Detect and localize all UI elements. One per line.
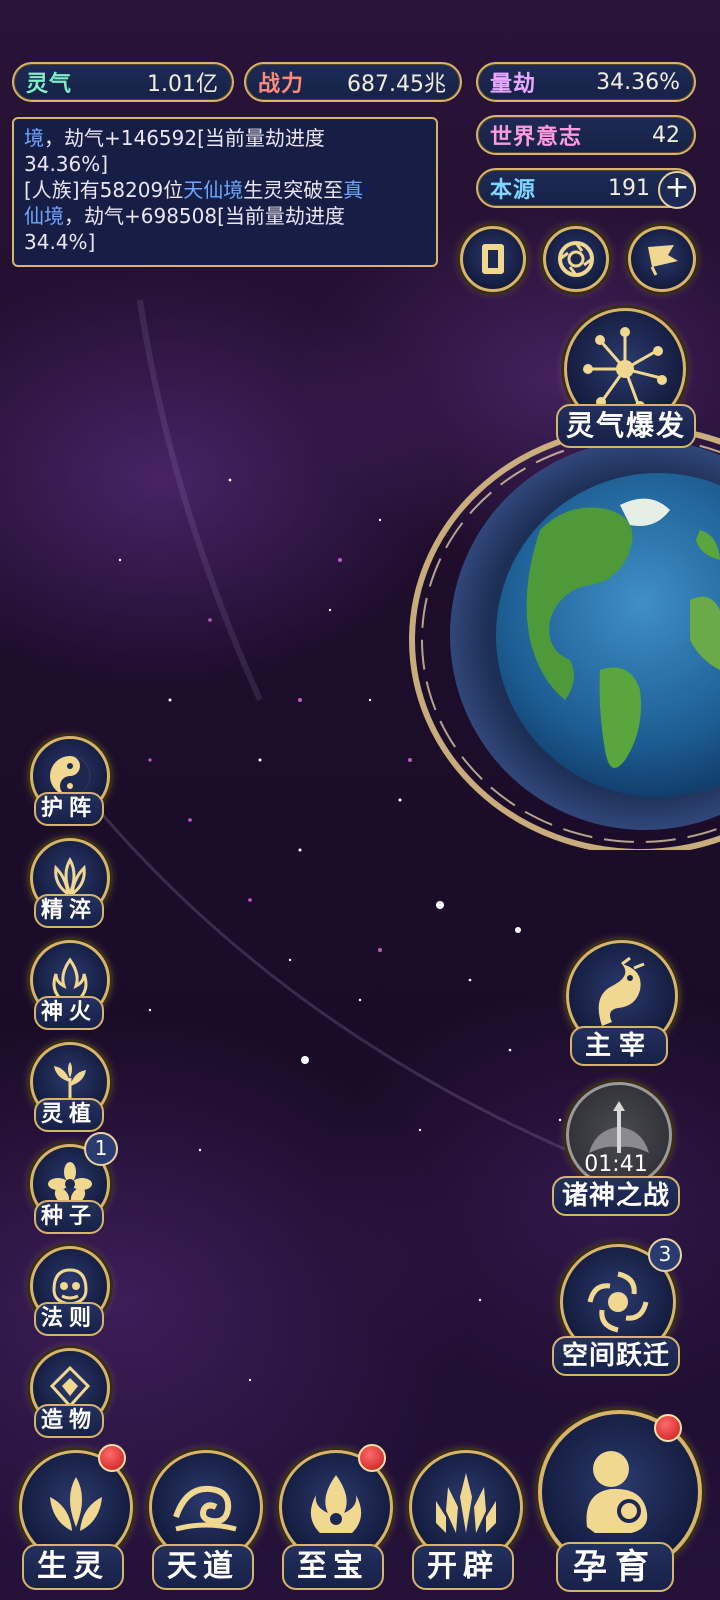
wave-swirl-icon bbox=[173, 1485, 237, 1532]
yunyu-label: 孕育 bbox=[556, 1542, 674, 1592]
zhongzi-badge: 1 bbox=[84, 1132, 118, 1166]
zhanli-stat[interactable]: 战力 687.45兆 bbox=[244, 62, 462, 102]
log-line: 34.4%] bbox=[24, 230, 96, 254]
side-button-zhongzi[interactable]: 1 种子 bbox=[28, 1132, 118, 1236]
mother-child-icon bbox=[586, 1451, 648, 1533]
lingqi-burst-label: 灵气爆发 bbox=[556, 404, 696, 448]
log-line: [人族]有58209位天仙境生灵突破至真 bbox=[24, 178, 364, 202]
axe-flame-icon bbox=[436, 1473, 496, 1533]
lingqi-value: 1.01亿 bbox=[147, 72, 218, 97]
shengling-notification-dot bbox=[98, 1444, 126, 1472]
lingqi-burst-button[interactable]: 灵气爆发 bbox=[556, 308, 700, 448]
dragon-icon bbox=[598, 956, 645, 1026]
shenhuo-label: 神火 bbox=[34, 996, 104, 1030]
scroll-card-button[interactable] bbox=[460, 226, 526, 292]
zhushen-label: 诸神之战 bbox=[552, 1176, 680, 1216]
liangjie-label: 量劫 bbox=[490, 72, 537, 97]
card-icon bbox=[482, 244, 504, 274]
lingqi-label: 灵气 bbox=[26, 72, 73, 97]
huzhen-label: 护阵 bbox=[34, 792, 104, 826]
zaowu-label: 造物 bbox=[34, 1404, 104, 1438]
phoenix-lotus-icon bbox=[50, 1477, 102, 1531]
zhanli-value: 687.45兆 bbox=[347, 72, 446, 97]
vortex-button[interactable] bbox=[543, 226, 609, 292]
tiandao-label: 天道 bbox=[152, 1544, 254, 1590]
benyuan-value: 191 bbox=[608, 175, 650, 201]
log-line: 境，劫气+146592[当前量劫进度 bbox=[24, 126, 325, 150]
add-benyuan-button[interactable]: + bbox=[658, 171, 696, 209]
kaipi-label: 开辟 bbox=[412, 1544, 514, 1590]
flag-icon bbox=[648, 245, 678, 276]
world-globe[interactable] bbox=[400, 410, 720, 850]
zhuzai-button[interactable]: 主宰 bbox=[560, 940, 678, 1068]
sun-swirl-icon bbox=[587, 1271, 649, 1333]
zhibao-notification-dot bbox=[358, 1444, 386, 1472]
kongjian-badge: 3 bbox=[648, 1238, 682, 1272]
bottom-button-shengling[interactable]: 生灵 bbox=[14, 1440, 133, 1600]
starburst-icon bbox=[583, 327, 667, 411]
liangjie-value: 34.36% bbox=[596, 69, 680, 95]
kongjian-yueqian-button[interactable]: 3 空间跃迁 bbox=[552, 1238, 682, 1376]
side-button-lingzhi[interactable]: 灵植 bbox=[28, 1042, 110, 1134]
side-button-huzhen[interactable]: 护阵 bbox=[28, 736, 110, 828]
shengling-label: 生灵 bbox=[22, 1544, 124, 1590]
liangjie-stat[interactable]: 量劫 34.36% bbox=[476, 62, 696, 102]
faze-label: 法则 bbox=[34, 1302, 104, 1336]
bottom-button-tiandao[interactable]: 天道 bbox=[144, 1440, 263, 1600]
kongjian-label: 空间跃迁 bbox=[552, 1336, 680, 1376]
zhanli-label: 战力 bbox=[258, 72, 305, 97]
shijie-yizhi-value: 42 bbox=[652, 122, 680, 148]
jingcui-label: 精淬 bbox=[34, 894, 104, 928]
log-line: 仙境，劫气+698508[当前量劫进度 bbox=[24, 204, 345, 228]
lingzhi-label: 灵植 bbox=[34, 1098, 104, 1132]
bottom-button-zhibao[interactable]: 至宝 bbox=[274, 1440, 393, 1600]
benyuan-label: 本源 bbox=[490, 178, 537, 203]
event-log-panel[interactable]: 境，劫气+146592[当前量劫进度 34.36%] [人族]有58209位天仙… bbox=[12, 117, 438, 267]
zhushen-timer: 01:41 bbox=[584, 1152, 648, 1177]
lingqi-stat[interactable]: 灵气 1.01亿 bbox=[12, 62, 234, 102]
zhushen-zhizhan-button[interactable]: 01:41 诸神之战 bbox=[552, 1082, 680, 1216]
shijie-yizhi-stat[interactable]: 世界意志 42 bbox=[476, 115, 696, 155]
bottom-button-kaipi[interactable]: 开辟 bbox=[404, 1440, 523, 1600]
zhibao-label: 至宝 bbox=[282, 1544, 384, 1590]
yunyu-notification-dot bbox=[654, 1414, 682, 1442]
flag-button[interactable] bbox=[628, 226, 696, 292]
vortex-icon bbox=[558, 241, 594, 277]
side-button-shenhuo[interactable]: 神火 bbox=[28, 940, 110, 1032]
benyuan-stat[interactable]: 本源 191 + bbox=[476, 168, 696, 209]
yunyu-button[interactable]: 孕育 bbox=[532, 1404, 708, 1596]
side-button-jingcui[interactable]: 精淬 bbox=[28, 838, 110, 930]
treasure-flame-icon bbox=[310, 1475, 362, 1533]
log-line: 34.36%] bbox=[24, 152, 109, 176]
zhongzi-label: 种子 bbox=[34, 1200, 104, 1234]
zhuzai-label: 主宰 bbox=[570, 1026, 668, 1066]
shijie-yizhi-label: 世界意志 bbox=[490, 125, 583, 150]
side-button-zaowu[interactable]: 造物 bbox=[28, 1348, 110, 1440]
side-button-faze[interactable]: 法则 bbox=[28, 1246, 110, 1338]
